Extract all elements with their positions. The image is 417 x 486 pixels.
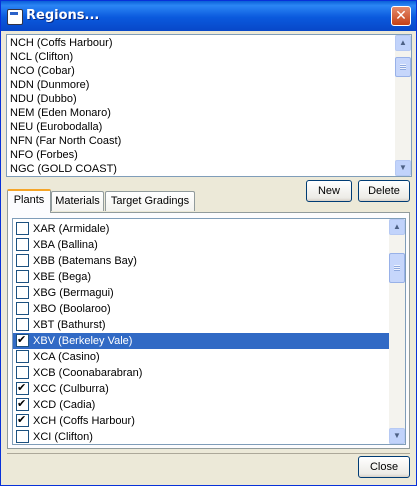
region-list-item[interactable]: NCO (Cobar) xyxy=(7,64,411,78)
plant-label: XCB (Coonabarabran) xyxy=(33,367,143,379)
plant-label: XAR (Armidale) xyxy=(33,223,110,235)
delete-button[interactable]: Delete xyxy=(358,180,410,202)
tab-materials[interactable]: Materials xyxy=(51,191,104,211)
region-list-item[interactable]: NCL (Clifton) xyxy=(7,50,411,64)
plant-list-item[interactable]: XBG (Bermagui) xyxy=(13,285,405,301)
plant-list-item[interactable]: XBV (Berkeley Vale) xyxy=(13,332,405,349)
scroll-down-icon[interactable]: ▼ xyxy=(389,428,405,444)
plant-list-item[interactable]: XCD (Cadia) xyxy=(13,396,405,413)
plant-checkbox[interactable] xyxy=(16,365,29,379)
plant-list-item[interactable]: XBE (Bega) xyxy=(13,269,405,285)
window-title: Regions... xyxy=(26,8,100,23)
regions-dialog: Regions... ✕ NCH (Coffs Harbour) NCL (Cli… xyxy=(0,0,417,486)
plant-list-item[interactable]: XCI (Clifton) xyxy=(13,429,405,444)
plant-list-item[interactable]: XBO (Boolaroo) xyxy=(13,301,405,317)
plant-label: XCH (Coffs Harbour) xyxy=(33,415,135,427)
region-list-item[interactable]: NEU (Eurobodalla) xyxy=(7,120,411,134)
divider xyxy=(7,453,410,454)
window-icon xyxy=(7,9,23,25)
plant-label: XBV (Berkeley Vale) xyxy=(33,335,133,347)
plant-checkbox[interactable] xyxy=(16,221,29,235)
plant-checkbox[interactable] xyxy=(16,396,29,412)
title-bar[interactable]: Regions... ✕ xyxy=(1,1,416,31)
plant-checkbox[interactable] xyxy=(16,269,29,283)
plant-label: XBA (Ballina) xyxy=(33,239,98,251)
plant-list-item[interactable]: XAR (Armidale) xyxy=(13,221,405,237)
scroll-up-icon[interactable]: ▲ xyxy=(395,35,411,51)
plant-label: XBB (Batemans Bay) xyxy=(33,255,137,267)
plant-list-item[interactable]: XCB (Coonabarabran) xyxy=(13,365,405,381)
plants-scrollbar[interactable]: ▲ ▼ xyxy=(389,219,405,444)
plant-label: XBE (Bega) xyxy=(33,271,92,283)
close-window-button[interactable]: ✕ xyxy=(391,6,411,26)
scroll-down-icon[interactable]: ▼ xyxy=(395,160,411,176)
scroll-thumb[interactable] xyxy=(395,57,411,77)
plant-checkbox[interactable] xyxy=(16,349,29,363)
plant-checkbox[interactable] xyxy=(16,429,29,443)
plants-tab-panel: XAR (Armidale) XBA (Ballina) XBB (Batemans… xyxy=(7,212,410,449)
region-list-item[interactable]: NGC (GOLD COAST) xyxy=(7,162,411,176)
plant-label: XCC (Culburra) xyxy=(33,383,109,395)
plant-list-item[interactable]: XCH (Coffs Harbour) xyxy=(13,412,405,429)
region-list-item[interactable]: NEM (Eden Monaro) xyxy=(7,106,411,120)
region-list-item[interactable]: NDU (Dubbo) xyxy=(7,92,411,106)
plant-label: XBT (Bathurst) xyxy=(33,319,106,331)
plant-checkbox[interactable] xyxy=(16,317,29,331)
plant-label: XCI (Clifton) xyxy=(33,431,93,443)
plant-checkbox[interactable] xyxy=(16,285,29,299)
plants-list-items: XAR (Armidale) XBA (Ballina) XBB (Batemans… xyxy=(13,219,405,444)
regions-list[interactable]: NCH (Coffs Harbour) NCL (Clifton) NCO (Cob… xyxy=(6,34,412,177)
plant-list-item[interactable]: XBT (Bathurst) xyxy=(13,317,405,333)
plant-checkbox[interactable] xyxy=(16,253,29,267)
plant-label: XBG (Bermagui) xyxy=(33,287,114,299)
plant-label: XCA (Casino) xyxy=(33,351,100,363)
close-button[interactable]: Close xyxy=(358,456,410,478)
plants-list[interactable]: XAR (Armidale) XBA (Ballina) XBB (Batemans… xyxy=(12,218,406,445)
plant-list-item[interactable]: XBB (Batemans Bay) xyxy=(13,253,405,269)
region-list-item[interactable]: NDN (Dunmore) xyxy=(7,78,411,92)
plant-label: XBO (Boolaroo) xyxy=(33,303,111,315)
tab-plants[interactable]: Plants xyxy=(7,189,51,213)
plant-checkbox[interactable] xyxy=(16,332,29,348)
regions-list-items: NCH (Coffs Harbour) NCL (Clifton) NCO (Cob… xyxy=(7,35,411,176)
new-button[interactable]: New xyxy=(306,180,352,202)
plant-checkbox[interactable] xyxy=(16,412,29,428)
plant-checkbox[interactable] xyxy=(16,380,29,396)
tab-target-gradings[interactable]: Target Gradings xyxy=(105,191,195,211)
plant-list-item[interactable]: XCA (Casino) xyxy=(13,349,405,365)
region-list-item[interactable]: NFO (Forbes) xyxy=(7,148,411,162)
plant-checkbox[interactable] xyxy=(16,237,29,251)
scroll-thumb[interactable] xyxy=(389,253,405,283)
plant-label: XCD (Cadia) xyxy=(33,399,96,411)
regions-scrollbar[interactable]: ▲ ▼ xyxy=(395,35,411,176)
region-list-item[interactable]: NCH (Coffs Harbour) xyxy=(7,36,411,50)
plant-list-item[interactable]: XCC (Culburra) xyxy=(13,380,405,397)
scroll-up-icon[interactable]: ▲ xyxy=(389,219,405,235)
region-list-item[interactable]: NFN (Far North Coast) xyxy=(7,134,411,148)
plant-checkbox[interactable] xyxy=(16,301,29,315)
plant-list-item[interactable]: XBA (Ballina) xyxy=(13,237,405,253)
